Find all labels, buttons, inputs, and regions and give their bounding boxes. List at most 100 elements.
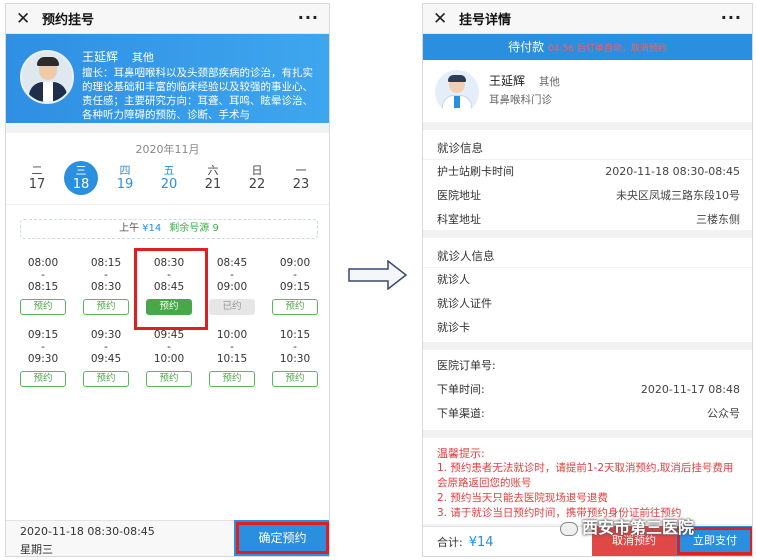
day-item[interactable]: 二 17 — [20, 161, 54, 195]
visit-info-card: 就诊信息 护士站刷卡时间 2020-11-18 08:30-08:45 医院地址 未央… — [423, 130, 752, 230]
patient-info-card: 就诊人信息 就诊人 就诊人证件 就诊卡 — [423, 238, 752, 342]
time-slot: 09:30-09:45 预约 — [81, 329, 131, 387]
day-list: 二 17 三 18 四 19 五 20 六 21 日 22 一 23 — [20, 161, 318, 195]
time-slot: 08:00-08:15 预约 — [18, 257, 68, 315]
close-icon[interactable]: ✕ — [433, 9, 453, 29]
slot-end: 10:00 — [153, 353, 185, 365]
payment-status-bar: 待付款 04:56 后订单自动，取消预约 — [423, 34, 752, 60]
doctor-name: 王延辉 — [489, 74, 526, 88]
slot-end: 10:15 — [216, 353, 248, 365]
session-fee: ¥14 — [142, 223, 162, 234]
status-note: 04:56 后订单自动，取消预约 — [548, 44, 667, 54]
day-date: 18 — [72, 177, 90, 192]
doctor-intro: 擅长：耳鼻咽喉科以及头颈部疾病的诊治，有扎实的理论基础和丰富的临床经验以及较强的… — [82, 67, 313, 121]
booking-screen: ✕ 预约挂号 ··· 王延辉 其他 擅长：耳鼻咽喉科以及头颈部疾病的诊治，有扎实… — [5, 3, 330, 557]
time-slot: 10:00-10:15 预约 — [207, 329, 257, 387]
day-item[interactable]: 六 21 — [196, 161, 230, 195]
day-week: 四 — [119, 164, 131, 177]
confirm-booking-button[interactable]: 确定预约 — [234, 520, 329, 556]
slot-book-button[interactable]: 预约 — [272, 371, 318, 387]
close-icon[interactable]: ✕ — [16, 9, 36, 29]
doctor-avatar — [435, 70, 479, 114]
day-item[interactable]: 一 23 — [284, 161, 318, 195]
slot-start: 08:30 — [153, 257, 185, 269]
info-row: 就诊人 — [423, 268, 752, 292]
slot-dash: - — [230, 269, 234, 281]
doctor-level: 其他 — [131, 51, 154, 64]
slot-dash: - — [167, 341, 171, 353]
tips-title: 温馨提示: — [437, 447, 485, 460]
booking-footer: 2020-11-18 08:30-08:45 星期三 确定预约 — [6, 520, 329, 556]
tip-item: 2. 预约当天只能去医院现场退号退费 — [437, 492, 608, 504]
day-week: 日 — [251, 164, 263, 177]
slot-dash: - — [41, 269, 45, 281]
day-date: 23 — [292, 177, 310, 192]
slot-book-button[interactable]: 预约 — [20, 299, 66, 315]
info-row: 科室地址 三楼东侧 — [423, 208, 752, 232]
slot-book-button[interactable]: 预约 — [146, 299, 192, 315]
session-remain: 剩余号源 9 — [169, 223, 219, 234]
slot-dash: - — [293, 341, 297, 353]
day-date: 17 — [28, 177, 46, 192]
day-date: 22 — [248, 177, 266, 192]
doctor-banner: 王延辉 其他 擅长：耳鼻咽喉科以及头颈部疾病的诊治，有扎实的理论基础和丰富的临床… — [6, 34, 329, 123]
info-key: 下单时间: — [437, 383, 485, 396]
day-item[interactable]: 日 22 — [240, 161, 274, 195]
info-value: 未央区凤城三路东段10号 — [616, 189, 740, 202]
day-item[interactable]: 四 19 — [108, 161, 142, 195]
slot-start: 09:15 — [27, 329, 59, 341]
slot-start: 08:00 — [27, 257, 59, 269]
slot-end: 09:15 — [279, 281, 311, 293]
info-row: 下单时间: 2020-11-17 08:48 — [423, 378, 752, 402]
info-key: 医院订单号: — [437, 359, 496, 372]
day-date: 21 — [204, 177, 222, 192]
slot-end: 09:30 — [27, 353, 59, 365]
info-key: 医院地址 — [437, 189, 481, 202]
info-value: 2020-11-17 08:48 — [640, 383, 740, 396]
slot-row: 09:15-09:30 预约 09:30-09:45 预约 09:45-10:00 预约 1… — [18, 329, 320, 387]
booking-titlebar: ✕ 预约挂号 ··· — [6, 4, 329, 34]
slot-book-button[interactable]: 预约 — [20, 371, 66, 387]
more-icon[interactable]: ··· — [298, 8, 319, 27]
screenshot-root: ✕ 预约挂号 ··· 王延辉 其他 擅长：耳鼻咽喉科以及头颈部疾病的诊治，有扎实… — [0, 0, 757, 560]
slot-book-button[interactable]: 预约 — [272, 299, 318, 315]
info-row: 就诊卡 — [423, 316, 752, 340]
slot-book-button[interactable]: 预约 — [83, 371, 129, 387]
hospital-watermark: 西安市第三医院 — [560, 514, 694, 538]
info-row: 护士站刷卡时间 2020-11-18 08:30-08:45 — [423, 160, 752, 184]
slot-end: 10:30 — [279, 353, 311, 365]
info-value: 三楼东侧 — [696, 213, 740, 226]
watermark-text: 西安市第三医院 — [582, 518, 695, 537]
slot-dash: - — [230, 341, 234, 353]
time-slot: 09:15-09:30 预约 — [18, 329, 68, 387]
time-slot: 08:45-09:00 已约 — [207, 257, 257, 315]
slot-book-button[interactable]: 预约 — [83, 299, 129, 315]
info-value: 2020-11-18 08:30-08:45 — [605, 165, 740, 178]
slot-grid: 08:00-08:15 预约 08:15-08:30 预约 08:30-08:45 预约 0… — [18, 248, 320, 401]
day-date: 20 — [160, 177, 178, 192]
day-date: 19 — [116, 177, 134, 192]
time-slot: 09:00-09:15 预约 — [270, 257, 320, 315]
slot-book-button[interactable]: 预约 — [209, 371, 255, 387]
total-amount: ¥14 — [468, 535, 494, 550]
slot-start: 10:15 — [279, 329, 311, 341]
info-key: 护士站刷卡时间 — [437, 165, 514, 178]
selected-datetime: 2020-11-18 08:30-08:45 — [20, 525, 155, 538]
slot-dash: - — [104, 341, 108, 353]
more-icon[interactable]: ··· — [721, 8, 742, 27]
detail-titlebar: ✕ 挂号详情 ··· — [423, 4, 752, 34]
slot-row: 08:00-08:15 预约 08:15-08:30 预约 08:30-08:45 预约 0… — [18, 248, 320, 330]
info-key: 下单渠道: — [437, 407, 485, 420]
session-label: 上午 — [119, 223, 140, 234]
info-key: 就诊卡 — [437, 321, 470, 334]
wechat-icon — [560, 521, 578, 536]
day-item[interactable]: 三 18 — [64, 161, 98, 195]
slot-book-button: 已约 — [209, 299, 255, 315]
slot-book-button[interactable]: 预约 — [146, 371, 192, 387]
day-week: 六 — [207, 164, 219, 177]
slot-end: 08:15 — [27, 281, 59, 293]
day-item[interactable]: 五 20 — [152, 161, 186, 195]
page-title: 挂号详情 — [459, 13, 512, 28]
month-label: 2020年11月 — [135, 143, 200, 156]
day-week: 一 — [295, 164, 307, 177]
